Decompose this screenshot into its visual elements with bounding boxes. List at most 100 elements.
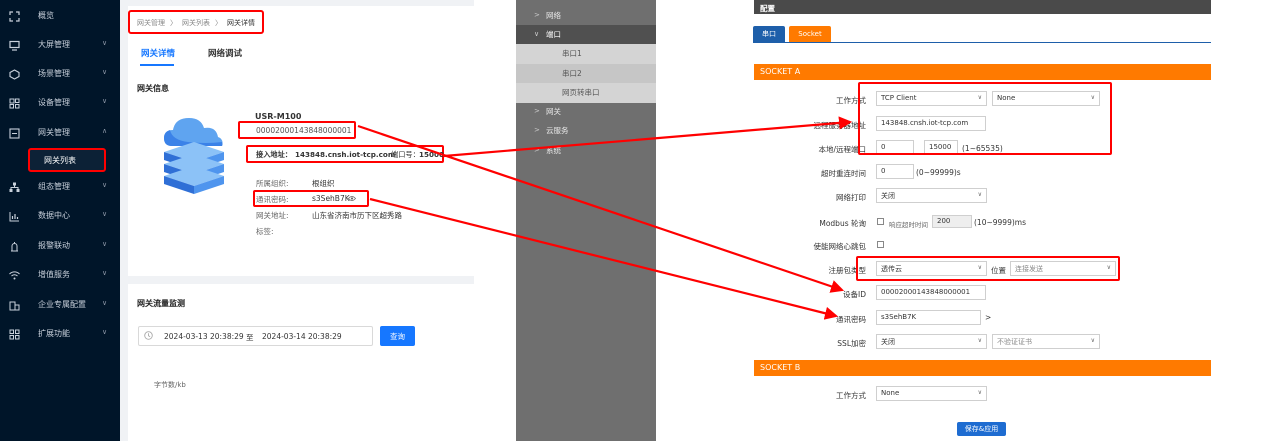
modbus-hint: 响应超时时间 — [889, 221, 928, 229]
nav-network[interactable]: > 网络 — [516, 6, 656, 26]
chevron-down-icon: ∨ — [102, 328, 108, 336]
iot-platform-panel: 概览 大屏管理 ∨ 场景管理 ∨ 设备管理 ∨ 网关管理 ∧ 网关列表 组态管理… — [0, 0, 474, 441]
sidebar-item-label: 增值服务 — [38, 270, 70, 279]
socket-b-title: SOCKET B — [760, 363, 801, 372]
sidebar-item-gateway[interactable]: 网关管理 ∧ — [0, 121, 120, 145]
configuration-icon — [8, 181, 20, 193]
breadcrumb-separator: 〉 — [170, 19, 177, 27]
sidebar-item-scene[interactable]: 场景管理 ∨ — [0, 62, 120, 86]
modbus-checkbox[interactable] — [877, 218, 884, 225]
device-id-label: 设备ID — [843, 290, 866, 299]
comm-password-suffix: > — [985, 313, 992, 322]
sidebar-item-overview[interactable]: 概览 — [0, 4, 120, 28]
chevron-down-icon: ∨ — [102, 240, 108, 248]
sidebar-item-device[interactable]: 设备管理 ∨ — [0, 91, 120, 115]
chevron-right-icon: > — [534, 146, 540, 154]
socket-a-header: SOCKET A — [754, 64, 1211, 80]
main-content — [120, 0, 474, 441]
select-value: 不验证证书 — [997, 338, 1032, 346]
nav-label: 串口2 — [562, 69, 582, 78]
address-label: 网关地址: — [256, 211, 289, 220]
gateway-icon — [8, 127, 20, 139]
breadcrumb-gateway-mgmt[interactable]: 网关管理 — [137, 18, 165, 28]
remote-server-label: 远程服务器地址 — [813, 121, 867, 130]
chevron-down-icon: ∨ — [102, 181, 108, 189]
eye-icon[interactable] — [348, 195, 356, 202]
sidebar-item-label: 网关管理 — [38, 128, 70, 137]
nav-label: 云服务 — [546, 126, 569, 135]
sidebar-item-label: 数据中心 — [38, 211, 70, 220]
sidebar-item-gateway-list[interactable]: 网关列表 — [28, 148, 106, 172]
chevron-right-icon: > — [534, 11, 540, 19]
active-tab-indicator — [140, 64, 174, 66]
breadcrumb-gateway-list[interactable]: 网关列表 — [182, 18, 210, 28]
sidebar-item-extensions[interactable]: 扩展功能 ∨ — [0, 322, 120, 346]
nav-serial-2[interactable]: 串口2 — [516, 64, 656, 84]
select-value: None — [881, 389, 900, 397]
timeout-input[interactable]: 0 — [876, 164, 914, 179]
tab-gateway-detail[interactable]: 网关详情 — [141, 47, 175, 59]
work-mode-label: 工作方式 — [836, 96, 866, 105]
chevron-down-icon: ∨ — [102, 97, 108, 105]
socket-config-highlight — [858, 82, 1112, 155]
device-icon — [8, 97, 20, 109]
comm-password-input[interactable]: s3SehB7K — [876, 310, 981, 325]
chevron-down-icon: ∨ — [977, 191, 982, 198]
chevron-right-icon: > — [534, 126, 540, 134]
net-print-label: 网络打印 — [836, 193, 866, 202]
modbus-label: Modbus 轮询 — [819, 219, 866, 228]
input-value: 200 — [937, 217, 951, 225]
tab-network-debug[interactable]: 网络调试 — [208, 47, 242, 59]
nav-gateway[interactable]: > 网关 — [516, 102, 656, 122]
port-label: 本地/远程端口 — [818, 145, 866, 154]
date-from[interactable]: 2024-03-13 20:38:29 — [164, 332, 244, 341]
nav-serial-1[interactable]: 串口1 — [516, 44, 656, 64]
sidebar-item-enterprise[interactable]: 企业专属配置 ∨ — [0, 293, 120, 317]
chevron-down-icon: ∨ — [102, 68, 108, 76]
nav-label: 网关 — [546, 107, 561, 116]
registration-highlight — [856, 256, 1120, 281]
socket-b-work-mode-select[interactable]: None ∨ — [876, 386, 987, 401]
chevron-down-icon: ∨ — [534, 30, 540, 38]
overview-icon — [8, 10, 20, 22]
sidebar-item-label: 网关列表 — [44, 156, 76, 165]
sidebar-item-configuration[interactable]: 组态管理 ∨ — [0, 175, 120, 199]
save-apply-button[interactable]: 保存&应用 — [957, 422, 1006, 436]
ssl-cert-select[interactable]: 不验证证书 ∨ — [992, 334, 1100, 349]
sidebar-item-screen[interactable]: 大屏管理 ∨ — [0, 33, 120, 57]
cloud-server-illustration — [164, 118, 224, 194]
chart-icon — [8, 210, 20, 222]
traffic-title: 网关流量监测 — [137, 299, 185, 308]
heartbeat-checkbox[interactable] — [877, 241, 884, 248]
nav-system[interactable]: > 系统 — [516, 141, 656, 161]
device-id-input[interactable]: 00002000143848000001 — [876, 285, 986, 300]
nav-cloud[interactable]: > 云服务 — [516, 121, 656, 141]
chevron-right-icon: > — [534, 107, 540, 115]
sidebar-item-value-added[interactable]: 增值服务 ∨ — [0, 263, 120, 287]
nav-port[interactable]: ∨ 端口 — [516, 25, 656, 45]
port-label: 端口号： — [391, 150, 420, 159]
chevron-down-icon: ∨ — [977, 389, 982, 396]
grid-icon — [8, 328, 20, 340]
config-title-bar — [754, 0, 1211, 14]
socket-b-work-mode-label: 工作方式 — [836, 391, 866, 400]
wifi-icon — [8, 269, 20, 281]
query-button[interactable]: 查询 — [380, 326, 415, 346]
access-address-label: 接入地址： — [256, 150, 292, 159]
tab-socket[interactable]: Socket — [789, 26, 831, 42]
tab-serial[interactable]: 串口 — [753, 26, 785, 42]
nav-label: 串口1 — [562, 49, 582, 58]
modbus-timeout-input[interactable]: 200 — [932, 215, 972, 228]
sidebar-item-alarm[interactable]: 报警联动 ∨ — [0, 234, 120, 258]
sidebar-item-data-center[interactable]: 数据中心 ∨ — [0, 204, 120, 228]
socket-a-title: SOCKET A — [760, 67, 801, 76]
tab-divider — [753, 42, 1211, 43]
nav-web-to-serial[interactable]: 网页转串口 — [516, 83, 656, 103]
sidebar-item-label: 设备管理 — [38, 98, 70, 107]
date-to[interactable]: 2024-03-14 20:38:29 — [262, 332, 342, 341]
net-print-select[interactable]: 关闭 ∨ — [876, 188, 987, 203]
gateway-sn: 00002000143848000001 — [256, 126, 352, 135]
ssl-select[interactable]: 关闭 ∨ — [876, 334, 987, 349]
scene-icon — [8, 68, 20, 80]
clock-icon — [144, 331, 153, 340]
